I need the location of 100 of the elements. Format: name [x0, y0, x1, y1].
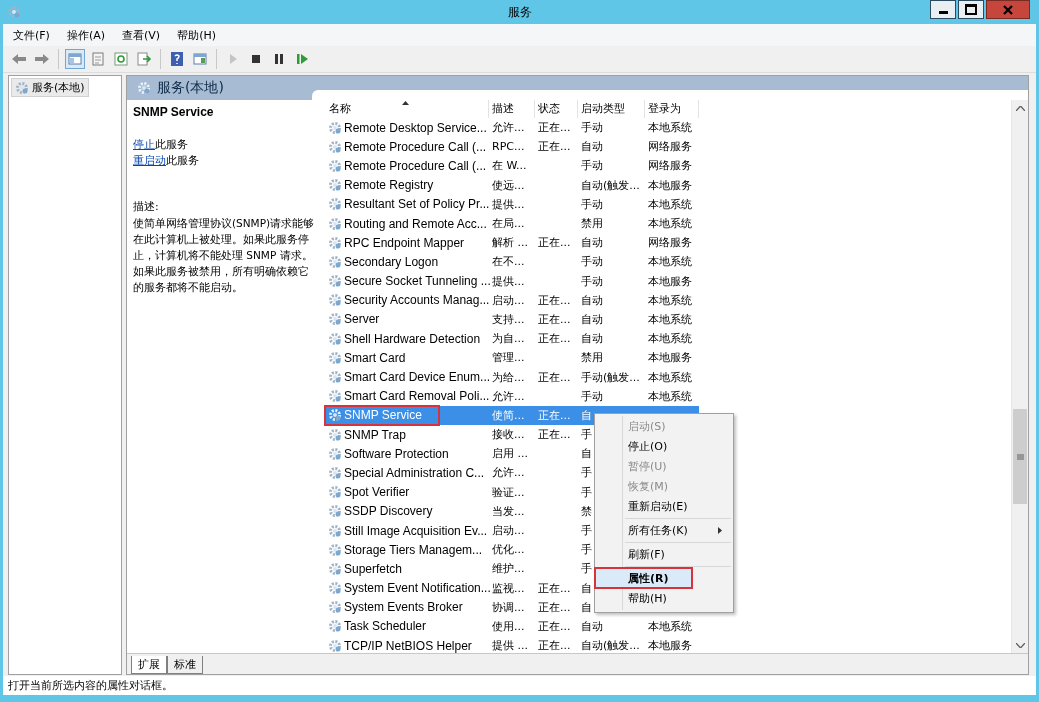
menu-item[interactable]: 帮助(H) [597, 588, 731, 608]
close-button[interactable] [986, 0, 1030, 19]
table-cell: Superfetch [344, 561, 403, 576]
table-cell: 在局... [492, 217, 525, 231]
table-row[interactable]: Smart Card Removal Poli... 允许... 手动 本地系统 [326, 386, 699, 406]
gear-icon [328, 600, 342, 615]
table-row[interactable]: Security Accounts Manag... 启动... 正在... 自动 本地系统 [326, 290, 699, 310]
table-row[interactable]: Routing and Remote Acc... 在局... 禁用 本地系统 [326, 213, 699, 234]
description-label: 描述: [133, 199, 160, 215]
close-icon[interactable] [1003, 4, 1013, 15]
menu-item[interactable]: 刷新(F) [597, 544, 731, 564]
column-header[interactable]: 状态 [535, 100, 578, 118]
table-row[interactable]: RPC Endpoint Mapper 解析 ... 正在... 自动 网络服务 [326, 233, 699, 253]
table-cell: 自动 [581, 332, 603, 346]
table-cell: 在不... [492, 255, 525, 269]
gear-icon [328, 312, 342, 327]
maximize-button[interactable] [958, 0, 984, 19]
table-row[interactable]: Remote Registry 使远... 自动(触发... 本地服务 [326, 175, 699, 195]
table-cell: 自动 [581, 293, 603, 307]
table-cell: 正在... [538, 140, 571, 154]
action-link[interactable]: 停止 [133, 137, 155, 153]
column-header[interactable]: 描述 [489, 100, 535, 118]
view-tab[interactable]: 标准 [167, 656, 203, 674]
table-cell: Software Protection [344, 446, 449, 461]
table-cell: 提供... [492, 274, 525, 288]
table-cell: 正在... [538, 639, 571, 653]
menu-item[interactable]: 操作(A) [64, 26, 108, 44]
table-cell: Remote Procedure Call (... [344, 158, 487, 173]
table-cell: 本地系统 [648, 197, 692, 211]
menu-item[interactable]: 重新启动(E) [597, 496, 731, 516]
table-row[interactable]: Resultant Set of Policy Pr... 提供... 手动 本地系统 [326, 194, 699, 214]
description-text: 使简单网络管理协议(SNMP)请求能够在此计算机上被处理。如果此服务停止，计算机将不能处理 SNMP 请求。如果此服务被禁用，所有明确依赖它的服务都将不能启动。 [133, 216, 316, 295]
table-cell: Smart Card [344, 350, 406, 365]
table-cell: 正在... [538, 121, 571, 135]
table-cell: 管理... [492, 351, 525, 365]
gear-icon [328, 523, 342, 538]
table-cell: 自动(触发... [581, 178, 640, 192]
table-cell: 正在... [538, 370, 571, 384]
table-cell: 允许... [492, 466, 525, 480]
table-cell: 接收... [492, 428, 525, 442]
column-header[interactable]: 启动类型 [578, 100, 645, 118]
menu-item[interactable]: 文件(F) [11, 26, 52, 44]
table-cell: 手 [581, 524, 592, 538]
table-row[interactable]: Shell Hardware Detection 为自... 正在... 自动 本地系统 [326, 329, 699, 349]
table-cell: 手动 [581, 121, 603, 135]
gear-icon [328, 504, 342, 519]
action-link[interactable]: 重启动 [133, 153, 166, 169]
table-row[interactable]: Secure Socket Tunneling ...提供... 手动 本地服务 [326, 271, 699, 291]
table-cell: 本地服务 [648, 639, 692, 653]
table-cell: 手 [581, 428, 592, 442]
menu-item[interactable]: 停止(O) [597, 436, 731, 456]
table-row[interactable]: Task Scheduler 使用... 正在... 自动 本地系统 [326, 616, 699, 637]
menu-item[interactable]: 属性(R) [595, 568, 692, 588]
table-row[interactable]: Server 支持... 正在... 自动 本地系统 [326, 309, 699, 330]
table-cell: 使简... [492, 408, 525, 422]
menu-item[interactable]: 所有任务(K) [597, 520, 731, 540]
table-cell: 正在... [538, 236, 571, 250]
refresh-icon[interactable] [111, 49, 131, 69]
gear-icon [328, 619, 342, 634]
menu-item[interactable]: 查看(V) [120, 26, 163, 44]
table-row[interactable]: Smart Card 管理... 禁用 本地服务 [326, 348, 699, 368]
menu-item[interactable]: 帮助(H) [175, 26, 218, 44]
table-row[interactable]: Smart Card Device Enum... 为给... 正在... 手动(触发... 本地系统 [326, 367, 699, 387]
table-row[interactable]: Remote Desktop Service... 允许... 正在... 手动 本地系统 [326, 118, 699, 138]
gear-icon [328, 389, 342, 404]
table-cell: 网络服务 [648, 159, 692, 173]
gear-icon [328, 235, 342, 250]
table-cell: Server [344, 312, 380, 327]
table-cell: 手 [581, 562, 592, 576]
table-cell: RPC Endpoint Mapper [344, 235, 465, 250]
table-row[interactable]: Remote Procedure Call (... RPC... 正在... 自动 网络服务 [326, 137, 699, 157]
table-cell: 本地系统 [648, 217, 692, 231]
table-cell: 本地系统 [648, 293, 692, 307]
minimize-button[interactable] [930, 0, 956, 19]
table-cell: Storage Tiers Managem... [344, 542, 483, 557]
table-cell: 自动 [581, 312, 603, 326]
table-row[interactable]: Secondary Logon 在不... 手动 本地系统 [326, 252, 699, 272]
export-icon[interactable] [134, 49, 154, 69]
table-cell: 自动 [581, 236, 603, 250]
column-header[interactable]: 登录为 [645, 100, 699, 118]
table-cell: 正在... [538, 312, 571, 326]
show-tree-icon[interactable] [65, 49, 85, 69]
table-row[interactable]: Remote Procedure Call (... 在 W... 手动 网络服务 [326, 156, 699, 176]
table-cell: 正在... [538, 581, 571, 595]
table-row[interactable]: TCP/IP NetBIOS Helper 提供 ... 正在... 自动(触发... 本地服务 [326, 636, 699, 653]
scrollbar-thumb[interactable] [1013, 409, 1027, 504]
table-cell: 本地服务 [648, 274, 692, 288]
view-tab[interactable]: 扩展 [131, 656, 167, 674]
table-cell: Shell Hardware Detection [344, 331, 481, 346]
action-text: 此服务 [155, 137, 188, 153]
column-header[interactable]: 名称 [326, 100, 489, 118]
table-cell: Task Scheduler [344, 619, 427, 634]
table-cell: Remote Registry [344, 178, 434, 193]
table-cell: 使远... [492, 178, 525, 192]
table-cell: Spot Verifier [344, 485, 410, 500]
table-cell: 本地系统 [648, 255, 692, 269]
status-bar-text: 打开当前所选内容的属性对话框。 [8, 678, 173, 693]
gear-icon [328, 638, 342, 653]
gear-icon [15, 80, 29, 95]
gear-icon [328, 408, 342, 423]
